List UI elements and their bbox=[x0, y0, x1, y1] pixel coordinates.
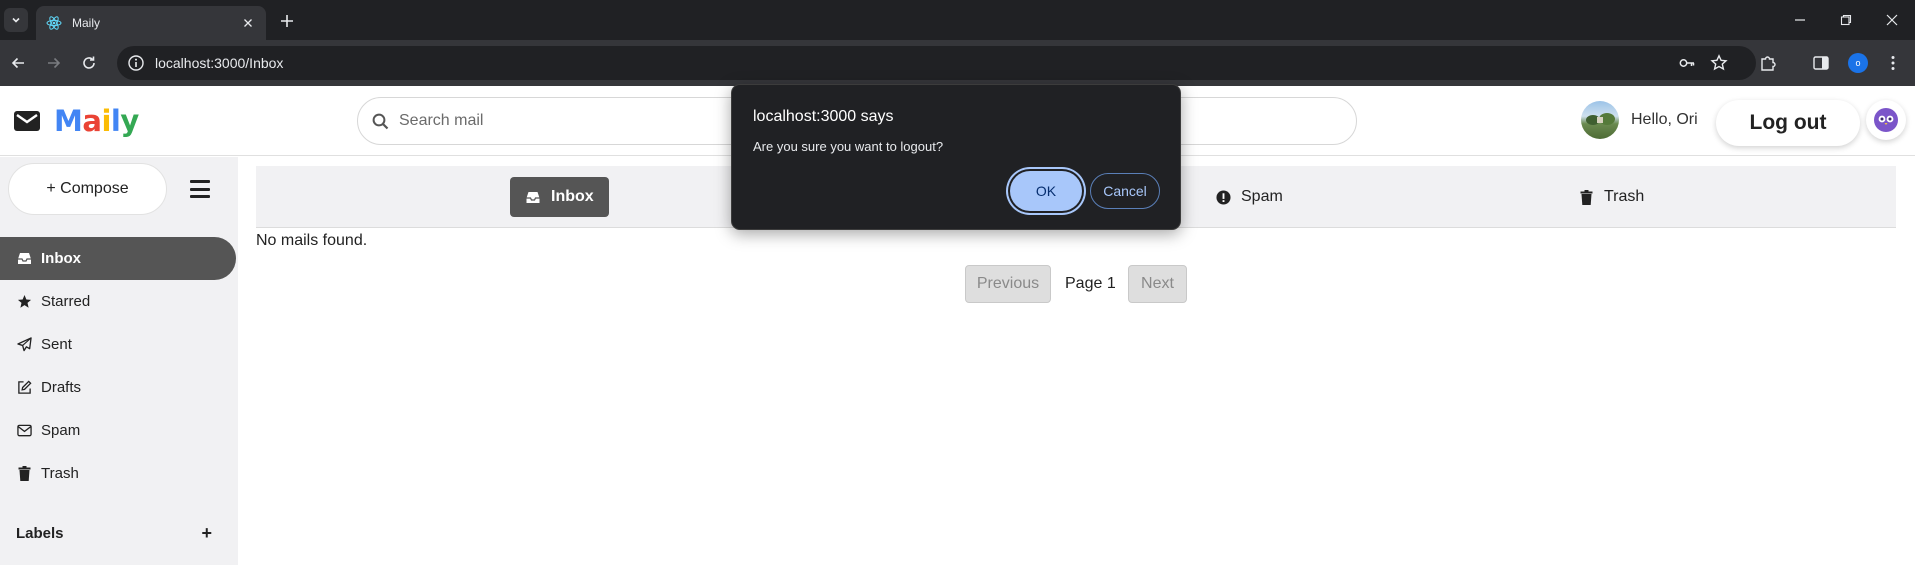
address-bar[interactable]: localhost:3000/Inbox bbox=[117, 46, 1756, 80]
profile-button[interactable]: o bbox=[1846, 51, 1870, 75]
dialog-ok-button[interactable]: OK bbox=[1010, 171, 1082, 211]
envelope-icon bbox=[16, 423, 32, 439]
react-logo-icon bbox=[46, 16, 62, 30]
side-panel-icon[interactable] bbox=[1809, 51, 1833, 75]
sidebar-item-label: Sent bbox=[41, 336, 72, 353]
close-icon bbox=[1886, 14, 1898, 26]
logo-letter: i bbox=[101, 104, 111, 138]
owl-logo-icon[interactable] bbox=[1866, 100, 1906, 140]
logo-letter: M bbox=[54, 104, 83, 138]
logo-text: Maily bbox=[54, 104, 139, 138]
url-text: localhost:3000/Inbox bbox=[155, 55, 284, 71]
tab-label: Trash bbox=[1604, 188, 1645, 205]
add-label-button[interactable]: + bbox=[201, 523, 212, 544]
page-indicator: Page 1 bbox=[1065, 275, 1116, 292]
sidebar-item-sent[interactable]: Sent bbox=[0, 323, 236, 366]
restore-icon bbox=[1840, 14, 1852, 26]
sidebar-item-inbox[interactable]: Inbox bbox=[0, 237, 236, 280]
trash-icon bbox=[16, 466, 32, 482]
tab-spam[interactable]: Spam bbox=[1215, 177, 1283, 217]
tab-trash[interactable]: Trash bbox=[1578, 177, 1644, 217]
sidebar-item-label: Spam bbox=[41, 422, 81, 439]
empty-state-message: No mails found. bbox=[256, 232, 368, 249]
forward-button[interactable] bbox=[42, 51, 66, 75]
next-page-button[interactable]: Next bbox=[1128, 265, 1187, 303]
inbox-icon bbox=[16, 251, 32, 267]
minimize-window-button[interactable] bbox=[1777, 8, 1823, 32]
sidebar-item-label: Inbox bbox=[41, 250, 81, 267]
app-logo[interactable]: Maily bbox=[14, 104, 139, 138]
sidebar-item-label: Drafts bbox=[41, 379, 82, 396]
search-icon bbox=[372, 113, 389, 129]
user-info: Hello, Ori bbox=[1581, 101, 1698, 139]
paper-plane-icon bbox=[16, 337, 32, 353]
password-key-icon[interactable] bbox=[1675, 51, 1699, 75]
dialog-message: Are you sure you want to logout? bbox=[753, 139, 944, 154]
extensions-puzzle-icon[interactable] bbox=[1756, 51, 1780, 75]
close-tab-icon[interactable] bbox=[240, 15, 256, 31]
dialog-cancel-button[interactable]: Cancel bbox=[1090, 173, 1160, 209]
bookmark-star-icon[interactable] bbox=[1707, 51, 1731, 75]
plus-icon bbox=[281, 15, 293, 27]
labels-section: Labels + bbox=[16, 523, 212, 544]
tab-label: Inbox bbox=[551, 188, 594, 205]
site-info-icon[interactable] bbox=[127, 54, 145, 72]
logo-letter: l bbox=[110, 104, 121, 138]
tab-inbox[interactable]: Inbox bbox=[510, 177, 609, 217]
reload-button[interactable] bbox=[77, 51, 101, 75]
user-avatar[interactable] bbox=[1581, 101, 1619, 139]
compose-button[interactable]: + Compose bbox=[8, 163, 167, 215]
exclamation-circle-icon bbox=[1215, 189, 1231, 205]
tab-title: Maily bbox=[72, 16, 101, 30]
tab-label: Spam bbox=[1241, 188, 1283, 205]
sidebar-item-spam[interactable]: Spam bbox=[0, 409, 236, 452]
back-button[interactable] bbox=[6, 51, 30, 75]
browser-toolbar: localhost:3000/Inbox o bbox=[0, 40, 1915, 86]
minimize-icon bbox=[1795, 19, 1805, 21]
reload-icon bbox=[83, 56, 95, 69]
logout-button[interactable]: Log out bbox=[1716, 100, 1860, 146]
sidebar: + Compose Inbox Starred Sent Drafts Spam… bbox=[0, 157, 238, 565]
confirm-dialog: localhost:3000 says Are you sure you wan… bbox=[731, 84, 1181, 230]
search-input[interactable]: Search mail bbox=[399, 112, 483, 130]
sidebar-item-trash[interactable]: Trash bbox=[0, 452, 236, 495]
sidebar-item-label: Starred bbox=[41, 293, 91, 310]
chevron-down-icon bbox=[12, 17, 20, 23]
sidebar-nav: Inbox Starred Sent Drafts Spam Trash bbox=[0, 237, 236, 495]
new-tab-button[interactable] bbox=[276, 10, 298, 32]
user-greeting: Hello, Ori bbox=[1631, 111, 1698, 128]
browser-menu-kebab-icon[interactable] bbox=[1881, 51, 1905, 75]
logo-letter: y bbox=[120, 104, 139, 138]
envelope-icon bbox=[14, 111, 40, 131]
arrow-left-icon bbox=[11, 57, 24, 69]
logo-letter: a bbox=[82, 104, 102, 138]
browser-tab[interactable]: Maily bbox=[36, 6, 266, 40]
inbox-icon bbox=[525, 189, 541, 205]
profile-avatar: o bbox=[1848, 53, 1868, 73]
close-window-button[interactable] bbox=[1869, 8, 1915, 32]
previous-page-button[interactable]: Previous bbox=[965, 265, 1051, 303]
trash-icon bbox=[1578, 189, 1594, 205]
sidebar-item-starred[interactable]: Starred bbox=[0, 280, 236, 323]
hamburger-menu-icon[interactable] bbox=[190, 180, 210, 198]
browser-tabstrip: Maily bbox=[0, 0, 1915, 40]
arrow-right-icon bbox=[48, 57, 61, 69]
dialog-title: localhost:3000 says bbox=[753, 108, 894, 125]
restore-window-button[interactable] bbox=[1823, 8, 1869, 32]
star-icon bbox=[16, 294, 32, 310]
edit-icon bbox=[16, 380, 32, 396]
tab-search-button[interactable] bbox=[4, 8, 28, 32]
sidebar-item-drafts[interactable]: Drafts bbox=[0, 366, 236, 409]
labels-heading: Labels bbox=[16, 525, 64, 542]
sidebar-item-label: Trash bbox=[41, 465, 79, 482]
